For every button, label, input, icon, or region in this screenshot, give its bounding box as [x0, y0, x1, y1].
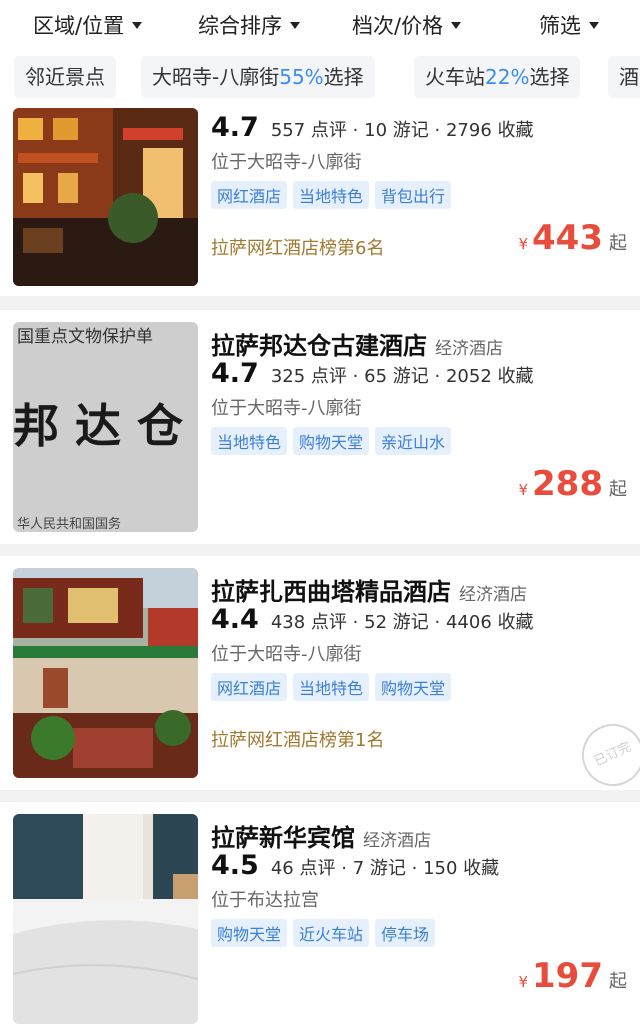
hotel-name[interactable]: 拉萨新华宾馆 经济酒店	[211, 818, 431, 853]
fav-count: 2796 收藏	[445, 120, 534, 141]
hotel-card[interactable]: 拉萨扎西曲塔精品酒店 经济酒店 4.4 438 点评 · 52 游记 · 4406 …	[0, 556, 640, 790]
hotel-tags: 当地特色 购物天堂 亲近山水	[211, 427, 457, 455]
hotel-photo	[13, 568, 198, 778]
filter-area-label: 区域/位置	[33, 14, 125, 38]
tag: 当地特色	[211, 427, 288, 455]
chip-nearby-sights[interactable]: 邻近景点	[14, 56, 116, 98]
caret-down-icon	[589, 21, 599, 29]
sold-out-stamp: 已订完	[571, 713, 640, 790]
hotel-stats: 4.7 557 点评 · 10 游记 · 2796 收藏	[211, 112, 534, 143]
tag: 购物天堂	[375, 673, 452, 701]
hotel-price: ¥197 起	[518, 956, 627, 996]
svg-text:邦 达 仓: 邦 达 仓	[13, 399, 184, 453]
chip-suffix: 选择	[529, 65, 570, 89]
filter-area[interactable]: 区域/位置	[33, 10, 143, 40]
filter-bar: 区域/位置 综合排序 档次/价格 筛选	[0, 0, 640, 50]
caret-down-icon	[290, 21, 300, 29]
hotel-photo	[13, 108, 198, 286]
hotel-tags: 网红酒店 当地特色 购物天堂	[211, 673, 457, 701]
tag: 停车场	[375, 919, 436, 947]
chip-train-station[interactable]: 火车站22%选择	[414, 56, 581, 98]
hotel-rank: 拉萨网红酒店榜第1名	[211, 730, 385, 751]
hotel-photo	[13, 814, 198, 1024]
review-count: 438 点评	[270, 612, 347, 633]
rating-score: 4.7	[211, 112, 259, 143]
hotel-name[interactable]: 拉萨邦达仓古建酒店 经济酒店	[211, 326, 503, 361]
hotel-price: ¥288 起	[518, 464, 627, 504]
note-count: 7 游记	[352, 858, 406, 879]
hotel-rank: 拉萨网红酒店榜第6名	[211, 238, 385, 259]
review-count: 557 点评	[270, 120, 347, 141]
tag: 当地特色	[293, 181, 370, 209]
chip-label: 酒	[619, 65, 639, 89]
hotel-stats: 4.4 438 点评 · 52 游记 · 4406 收藏	[211, 604, 534, 635]
hotel-name[interactable]: 拉萨扎西曲塔精品酒店 经济酒店	[211, 572, 527, 607]
hotel-price: ¥443 起	[518, 218, 627, 258]
filter-more[interactable]: 筛选	[539, 10, 599, 40]
hotel-card[interactable]: 国重点文物保护单 邦 达 仓 华人民共和国国务 拉萨邦达仓古建酒店 经济酒店 4.…	[0, 310, 640, 544]
hotel-stats: 4.5 46 点评 · 7 游记 · 150 收藏	[211, 850, 500, 881]
hotel-location: 位于布达拉宫	[211, 890, 319, 911]
hotel-category: 经济酒店	[435, 339, 503, 359]
caret-down-icon	[132, 21, 143, 29]
chip-label: 火车站	[425, 65, 485, 89]
hotel-location: 位于大昭寺-八廓街	[211, 152, 362, 173]
quick-filter-bar: 邻近景点 大昭寺-八廓街55%选择 火车站22%选择 酒	[0, 50, 640, 106]
chip-percent: 22%	[485, 65, 530, 89]
caret-down-icon	[451, 21, 462, 29]
note-count: 10 游记	[364, 120, 429, 141]
review-count: 325 点评	[270, 366, 347, 387]
fav-count: 4406 收藏	[445, 612, 534, 633]
hotel-card[interactable]: 4.7 557 点评 · 10 游记 · 2796 收藏 位于大昭寺-八廓街 网红…	[0, 106, 640, 296]
hotel-category: 经济酒店	[363, 831, 431, 851]
hotel-tags: 购物天堂 近火车站 停车场	[211, 919, 441, 947]
chip-jokhang[interactable]: 大昭寺-八廓街55%选择	[141, 56, 375, 98]
fav-count: 150 收藏	[423, 858, 500, 879]
tag: 网红酒店	[211, 181, 288, 209]
tag: 当地特色	[293, 673, 370, 701]
tag: 近火车站	[293, 919, 370, 947]
hotel-stats: 4.7 325 点评 · 65 游记 · 2052 收藏	[211, 358, 534, 389]
filter-sort[interactable]: 综合排序	[198, 10, 300, 40]
fav-count: 2052 收藏	[445, 366, 534, 387]
rating-score: 4.7	[211, 358, 259, 389]
filter-more-label: 筛选	[539, 14, 581, 38]
chip-label: 大昭寺-八廓街	[152, 65, 280, 89]
hotel-tags: 网红酒店 当地特色 背包出行	[211, 181, 457, 209]
chip-percent: 55%	[279, 65, 324, 89]
hotel-category: 经济酒店	[459, 585, 527, 605]
chip-hotel[interactable]: 酒	[608, 56, 640, 98]
hotel-card[interactable]: 拉萨新华宾馆 经济酒店 4.5 46 点评 · 7 游记 · 150 收藏 位于布达…	[0, 802, 640, 1036]
hotel-location: 位于大昭寺-八廓街	[211, 398, 362, 419]
chip-suffix: 选择	[323, 65, 364, 89]
rating-score: 4.4	[211, 604, 259, 635]
tag: 购物天堂	[211, 919, 288, 947]
svg-text:华人民共和国国务: 华人民共和国国务	[17, 516, 121, 532]
hotel-photo: 国重点文物保护单 邦 达 仓 华人民共和国国务	[13, 322, 198, 532]
filter-price[interactable]: 档次/价格	[352, 10, 462, 40]
review-count: 46 点评	[270, 858, 336, 879]
tag: 网红酒店	[211, 673, 288, 701]
chip-label: 邻近景点	[25, 65, 105, 89]
filter-sort-label: 综合排序	[198, 14, 282, 38]
rating-score: 4.5	[211, 850, 259, 881]
hotel-location: 位于大昭寺-八廓街	[211, 644, 362, 665]
filter-price-label: 档次/价格	[352, 14, 444, 38]
tag: 亲近山水	[375, 427, 452, 455]
svg-text:国重点文物保护单: 国重点文物保护单	[17, 327, 153, 347]
note-count: 52 游记	[364, 612, 429, 633]
tag: 购物天堂	[293, 427, 370, 455]
tag: 背包出行	[375, 181, 452, 209]
note-count: 65 游记	[364, 366, 429, 387]
